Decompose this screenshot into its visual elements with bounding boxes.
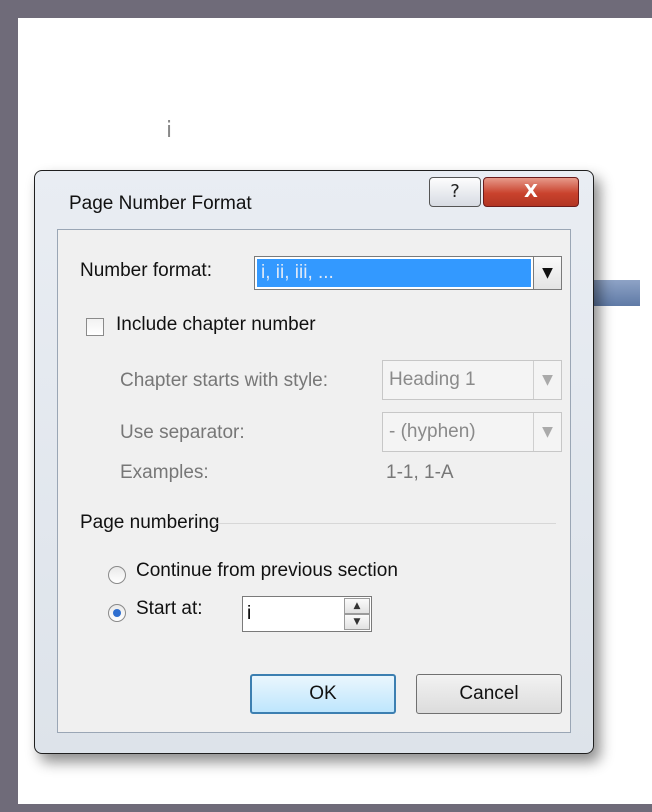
include-chapter-label: Include chapter number [116, 314, 316, 335]
examples-label: Examples: [120, 462, 209, 483]
start-at-radio[interactable] [108, 604, 126, 622]
stepper-buttons: ▲ ▼ [344, 598, 370, 630]
help-icon: ? [450, 181, 460, 202]
dialog-client-area: Number format: i, ii, iii, ... ▼ Include… [57, 229, 571, 733]
separator-value: - (hyphen) [389, 421, 476, 442]
number-format-label: Number format: [80, 260, 212, 281]
continue-previous-radio[interactable] [108, 566, 126, 584]
ruler-marker-right [594, 280, 640, 306]
start-at-stepper[interactable]: i ▲ ▼ [242, 596, 372, 632]
separator-label: Use separator: [120, 422, 245, 443]
document-page-number: i [166, 118, 173, 143]
separator-select[interactable]: - (hyphen) ▼ [382, 412, 562, 452]
ok-button[interactable]: OK [250, 674, 396, 714]
document-frame-bottom [0, 804, 652, 812]
document-frame-top [0, 0, 652, 18]
close-icon: X [524, 181, 538, 202]
number-format-select[interactable]: i, ii, iii, ... ▼ [254, 256, 562, 290]
cancel-button[interactable]: Cancel [416, 674, 562, 714]
chevron-down-icon[interactable]: ▼ [533, 257, 561, 289]
page-numbering-heading: Page numbering [80, 512, 220, 533]
chapter-style-select[interactable]: Heading 1 ▼ [382, 360, 562, 400]
group-divider [216, 523, 556, 524]
chapter-style-label: Chapter starts with style: [120, 370, 329, 391]
close-button[interactable]: X [483, 177, 579, 207]
document-frame-left [0, 0, 18, 812]
include-chapter-checkbox[interactable] [86, 318, 104, 336]
dialog-titlebar[interactable]: Page Number Format ? X [35, 171, 593, 219]
dialog-title: Page Number Format [69, 193, 252, 214]
number-format-value: i, ii, iii, ... [257, 259, 531, 287]
chevron-down-icon[interactable]: ▼ [533, 361, 561, 399]
page-number-format-dialog: Page Number Format ? X Number format: i,… [34, 170, 594, 754]
start-at-label: Start at: [136, 598, 203, 619]
arrow-down-icon[interactable]: ▼ [344, 614, 370, 630]
chevron-down-icon[interactable]: ▼ [533, 413, 561, 451]
chapter-style-value: Heading 1 [389, 369, 476, 390]
start-at-input[interactable]: i [247, 597, 251, 631]
arrow-up-icon[interactable]: ▲ [344, 598, 370, 614]
help-button[interactable]: ? [429, 177, 481, 207]
continue-previous-label: Continue from previous section [136, 560, 398, 581]
examples-value: 1-1, 1-A [386, 462, 454, 483]
